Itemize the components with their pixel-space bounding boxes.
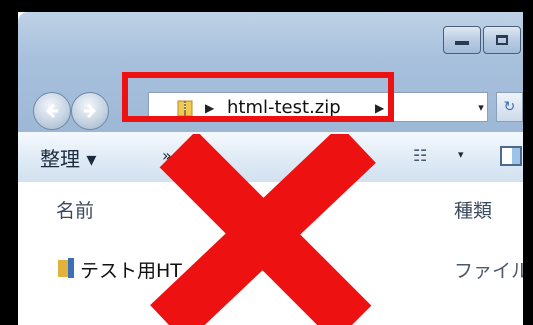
explorer-window: ▾ ▶ html-test.zip ▶ ▾ ↻ 整理 ▾ » ☷ ▾ 名前 種類 [18,12,523,325]
black-frame-left [0,0,18,325]
file-type: ファイル [454,260,523,282]
minimize-button[interactable] [443,26,481,54]
organize-menu[interactable]: 整理 ▾ [40,143,96,172]
breadcrumb-separator-icon[interactable]: ▶ [205,101,214,115]
address-bar[interactable]: ▶ html-test.zip ▶ [148,92,488,122]
zip-folder-icon [177,100,193,117]
more-commands-button[interactable]: » [162,146,172,165]
refresh-icon: ↻ [503,99,516,115]
view-dropdown-button[interactable]: ▾ [458,148,464,161]
black-frame-right [523,0,533,325]
breadcrumb-separator-icon[interactable]: ▶ [375,101,384,115]
black-frame-top [0,0,533,12]
forward-button[interactable] [71,92,109,130]
forward-arrow-icon [84,103,97,119]
refresh-button[interactable]: ↻ [496,92,523,122]
back-button[interactable] [33,92,71,130]
file-row[interactable]: テスト用HT ファイル [18,250,523,290]
recent-pages-dropdown[interactable]: ▾ [122,106,127,117]
view-list-icon[interactable]: ☷ [413,146,427,165]
preview-pane-icon[interactable] [500,146,522,166]
maximize-button[interactable] [483,26,521,54]
breadcrumb-zip[interactable]: html-test.zip [227,97,341,118]
column-header-type[interactable]: 種類 [454,196,492,223]
window-controls [443,26,523,54]
column-header-row: 名前 種類 [18,182,523,232]
address-dropdown-button[interactable]: ▾ [470,92,492,122]
minimize-icon [455,41,469,45]
file-name: テスト用HT [80,260,182,282]
maximize-icon [496,35,508,45]
command-toolbar: 整理 ▾ » ☷ ▾ [18,132,523,183]
column-header-name[interactable]: 名前 [56,196,94,223]
window-chrome: ▾ ▶ html-test.zip ▶ ▾ ↻ [18,12,523,132]
folder-icon [58,258,74,278]
back-arrow-icon [45,103,58,119]
